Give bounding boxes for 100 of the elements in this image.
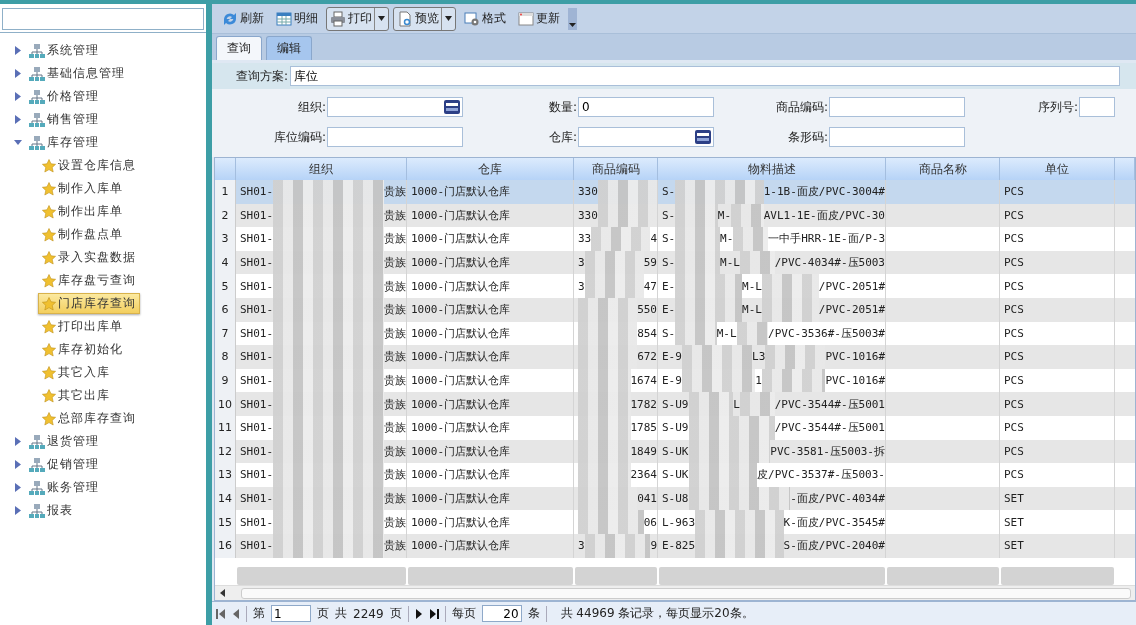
field-label: 查询方案:: [236, 67, 289, 85]
collapsed-arrow-icon[interactable]: [14, 483, 22, 492]
tree-item[interactable]: 制作入库单: [38, 178, 127, 199]
column-header[interactable]: 商品名称: [886, 158, 1000, 180]
cell-text: M-L: [720, 256, 740, 270]
tab[interactable]: 编辑: [266, 36, 312, 60]
cell-text: /PVC-3536#-压5003#: [768, 325, 885, 341]
tab[interactable]: 查询: [216, 36, 262, 60]
previous-page-icon[interactable]: [232, 608, 240, 619]
tree-item[interactable]: 制作盘点单: [38, 224, 127, 245]
scrollbar-thumb[interactable]: [241, 587, 1131, 599]
tree-item[interactable]: 其它出库: [38, 385, 114, 406]
toolbar-button[interactable]: 明细: [272, 6, 322, 31]
tree-item[interactable]: 总部库存查询: [38, 408, 140, 429]
tree-item[interactable]: 设置仓库信息: [38, 155, 140, 176]
collapsed-arrow-icon[interactable]: [14, 506, 22, 515]
table-row[interactable]: 6 SH01- 贵族 1000-门店默认仓库 550 E- M-L /PVC-2051# PCS: [215, 297, 1135, 322]
cell-text: AVL1-1E-面皮/PVC-30: [763, 207, 885, 223]
split-button[interactable]: 打印: [326, 6, 389, 31]
last-page-icon[interactable]: [428, 608, 439, 619]
table-row[interactable]: 16 SH01- 贵族 1000-门店默认仓库 3 9 E-825 S-面皮/PVC-2040# SET: [215, 533, 1135, 558]
tree-item[interactable]: 促销管理: [25, 454, 103, 475]
tree-item[interactable]: 制作出库单: [38, 201, 127, 222]
column-header[interactable]: 组织: [236, 158, 407, 180]
cell-text: SH01-: [240, 397, 274, 411]
star-icon: [42, 204, 56, 219]
pixelated-redaction: [578, 510, 644, 534]
table-row[interactable]: 8 SH01- 贵族 1000-门店默认仓库 672 E-9 L3 PVC-1016# PCS: [215, 345, 1135, 369]
table-row[interactable]: 12 SH01- 贵族 1000-门店默认仓库 1849 S-UK PVC-3581-压5003-拆 PCS: [215, 439, 1135, 464]
tree-item[interactable]: 基础信息管理: [25, 63, 129, 84]
cell-text: L-963: [662, 515, 696, 529]
tree-item[interactable]: 账务管理: [25, 477, 103, 498]
tree-item[interactable]: 库存初始化: [38, 339, 127, 360]
input-field[interactable]: [1079, 97, 1115, 117]
cell-text: 贵族: [384, 255, 406, 271]
first-page-icon[interactable]: [216, 608, 226, 619]
page-field[interactable]: 1: [271, 605, 311, 622]
query-plan-field[interactable]: 库位: [290, 66, 1121, 86]
table-row[interactable]: 4 SH01- 贵族 1000-门店默认仓库 3 59 S- M-L /PVC-4034#-压5003 PCS: [215, 250, 1135, 275]
input-field[interactable]: 0: [578, 97, 714, 117]
collapsed-arrow-icon[interactable]: [14, 46, 22, 55]
tree-item[interactable]: 打印出库单: [38, 316, 127, 337]
tree-item[interactable]: 价格管理: [25, 86, 103, 107]
collapsed-arrow-icon[interactable]: [14, 92, 22, 101]
page-size-field[interactable]: 20: [481, 605, 522, 622]
cell-text: S-U9: [662, 397, 689, 411]
toolbar-button[interactable]: 更新: [514, 6, 564, 31]
cell-text: SH01-: [240, 539, 274, 553]
tree-item[interactable]: 录入实盘数据: [38, 247, 140, 268]
input-field[interactable]: [327, 127, 463, 147]
picker-field[interactable]: [327, 97, 463, 117]
cell-text: 贵族: [384, 231, 406, 247]
cell-text: 贵族: [384, 207, 406, 223]
row-number: 6: [215, 297, 236, 322]
column-header[interactable]: 单位: [1000, 158, 1115, 180]
table-row[interactable]: 14 SH01- 贵族 1000-门店默认仓库 041 S-U8 -面皮/PVC-4034# SET: [215, 486, 1135, 511]
next-page-icon[interactable]: [414, 608, 423, 619]
cell-text: 672: [637, 350, 657, 364]
cell-text: SH01-: [240, 350, 274, 364]
cell-text: /PVC-3544#-压5001: [774, 420, 885, 436]
collapsed-arrow-icon[interactable]: [14, 460, 22, 469]
toolbar-button[interactable]: 刷新: [218, 6, 268, 31]
column-header[interactable]: 仓库: [407, 158, 574, 180]
table-row[interactable]: 2 SH01- 贵族 1000-门店默认仓库 330 S- M- AVL1-1E-面皮/PVC-30 PCS: [215, 203, 1135, 228]
pager-text: 2249: [353, 606, 384, 621]
overflow-caret-icon[interactable]: [568, 7, 577, 30]
picker-field[interactable]: [578, 127, 714, 147]
cell-text: 贵族: [384, 302, 406, 318]
search-field[interactable]: [2, 8, 204, 30]
cell-text: SH01-: [240, 326, 274, 340]
tree-item[interactable]: 报表: [25, 500, 77, 521]
scroll-left-icon[interactable]: [219, 589, 227, 597]
collapsed-arrow-icon[interactable]: [14, 115, 22, 124]
network-icon: [29, 503, 45, 518]
tree-item[interactable]: 系统管理: [25, 40, 103, 61]
cell-text: S-: [662, 208, 676, 222]
cell-text: SH01-: [240, 303, 274, 317]
expanded-arrow-icon[interactable]: [14, 138, 22, 147]
picker-icon[interactable]: [695, 130, 711, 144]
tree-item[interactable]: 退货管理: [25, 431, 103, 452]
picker-icon[interactable]: [444, 100, 460, 114]
tree-item[interactable]: 库存管理: [25, 132, 103, 153]
column-header[interactable]: 物料描述: [658, 158, 886, 180]
pager-text: 页: [317, 605, 329, 622]
tree-item[interactable]: 其它入库: [38, 362, 114, 383]
cell-text: M-L: [742, 303, 762, 317]
tree-item[interactable]: 库存盘亏查询: [38, 270, 140, 291]
input-field[interactable]: [829, 97, 965, 117]
cell-text: PVC-1016#: [825, 350, 885, 364]
collapsed-arrow-icon[interactable]: [14, 437, 22, 446]
collapsed-arrow-icon[interactable]: [14, 69, 22, 78]
tree-item[interactable]: 门店库存查询: [38, 293, 140, 314]
column-header[interactable]: 商品编码: [574, 158, 658, 180]
input-field[interactable]: [829, 127, 965, 147]
table-row[interactable]: 1 SH01- 贵族 1000-门店默认仓库 330 S- 1-1B-面皮/PVC-3004# PCS: [215, 180, 1135, 204]
pixelated-redaction: [584, 274, 644, 298]
tree-item[interactable]: 销售管理: [25, 109, 103, 130]
toolbar-button[interactable]: 格式: [460, 6, 510, 31]
table-row[interactable]: 10 SH01- 贵族 1000-门店默认仓库 1782 S-U9 L /PVC-3544#-压5001 PCS: [215, 392, 1135, 416]
split-button[interactable]: 预览: [393, 6, 456, 31]
